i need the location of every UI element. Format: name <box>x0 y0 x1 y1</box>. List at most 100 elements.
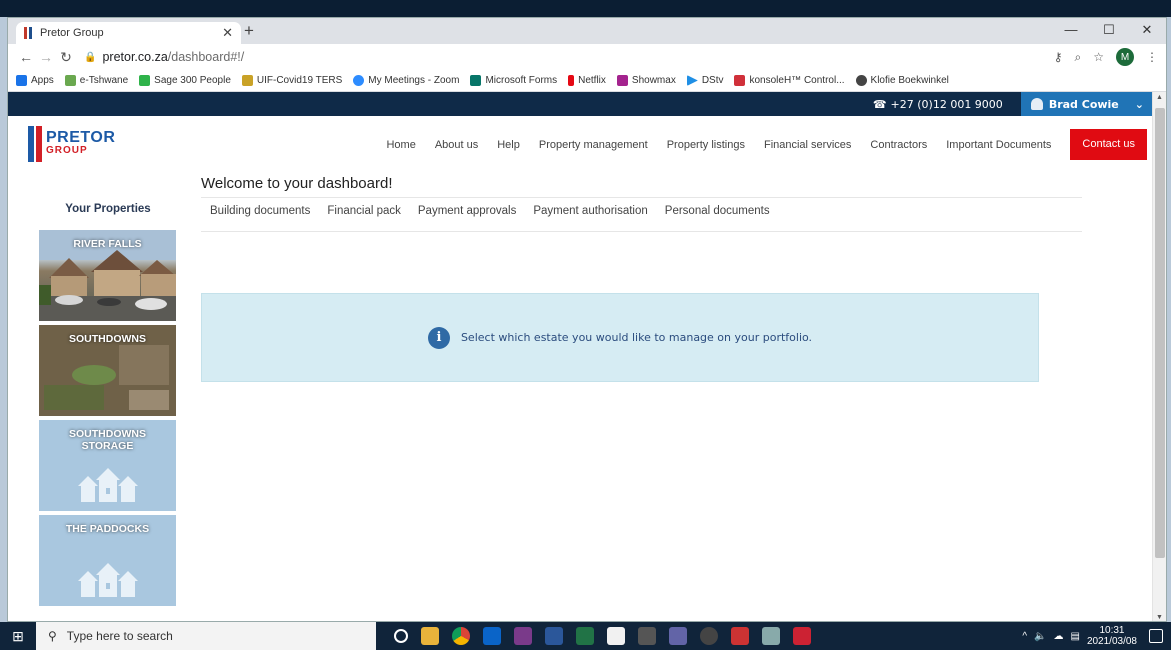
nav-about-us[interactable]: About us <box>435 139 478 151</box>
windows-start-icon[interactable]: ⊞ <box>0 622 36 650</box>
main-nav: Home About us Help Property management P… <box>386 129 1147 160</box>
nav-property-management[interactable]: Property management <box>539 139 648 151</box>
tab-title: Pretor Group <box>40 27 104 39</box>
property-label: THE PADDOCKS <box>65 523 150 535</box>
bookmark-netflix[interactable]: Netflix <box>568 75 606 86</box>
nav-help[interactable]: Help <box>497 139 520 151</box>
zoom-camera-icon <box>353 75 365 86</box>
showmax-icon <box>616 75 628 86</box>
new-tab-icon[interactable]: + <box>244 22 254 40</box>
tab-financial-pack[interactable]: Financial pack <box>327 205 401 217</box>
tab-personal-documents[interactable]: Personal documents <box>665 205 770 217</box>
bookmark-microsoft-forms[interactable]: Microsoft Forms <box>470 75 557 86</box>
nav-property-listings[interactable]: Property listings <box>667 139 745 151</box>
bookmark-uif[interactable]: UIF-Covid19 TERS <box>241 75 342 86</box>
app-icon[interactable] <box>793 627 811 645</box>
url-path: /dashboard#!/ <box>167 50 245 64</box>
nav-financial-services[interactable]: Financial services <box>764 139 851 151</box>
dstv-play-icon <box>686 75 698 86</box>
nav-contractors[interactable]: Contractors <box>870 139 927 151</box>
zoom-icon[interactable]: ⌕ <box>1075 50 1082 65</box>
file-explorer-icon[interactable] <box>421 627 439 645</box>
back-icon[interactable]: ← <box>16 49 36 65</box>
bookmark-dstv[interactable]: DStv <box>686 75 723 86</box>
bookmark-zoom[interactable]: My Meetings - Zoom <box>353 75 459 86</box>
reload-icon[interactable]: ↻ <box>56 49 76 66</box>
desktop-top-strip <box>0 0 1171 17</box>
close-tab-icon[interactable]: ✕ <box>222 25 233 41</box>
outlook-icon[interactable] <box>483 627 501 645</box>
tab-bar: Pretor Group ✕ + — ☐ ✕ <box>8 18 1166 44</box>
clock-date: 2021/03/08 <box>1086 636 1137 647</box>
bookmark-showmax[interactable]: Showmax <box>616 75 676 86</box>
e-tshwane-icon <box>64 75 76 86</box>
chrome-icon[interactable] <box>452 627 470 645</box>
property-card-river-falls[interactable]: RIVER FALLS <box>39 230 176 321</box>
houses-placeholder-icon <box>78 468 138 502</box>
globe-icon <box>855 75 867 86</box>
volume-icon[interactable]: 🔈 <box>1034 631 1046 642</box>
pretor-favicon-icon <box>24 27 32 39</box>
scroll-down-icon[interactable]: ▼ <box>1156 614 1163 621</box>
excel-icon[interactable] <box>576 627 594 645</box>
onedrive-cloud-icon[interactable]: ☁ <box>1053 631 1063 642</box>
site-header: PRETOR GROUP Home About us Help Property… <box>8 116 1154 166</box>
tab-payment-authorisation[interactable]: Payment authorisation <box>533 205 647 217</box>
snipping-tool-icon[interactable] <box>731 627 749 645</box>
minimize-icon[interactable]: — <box>1052 18 1090 44</box>
browser-window: Pretor Group ✕ + — ☐ ✕ ← → ↻ 🔒 pretor.co… <box>7 17 1167 622</box>
url-host: pretor.co.za <box>102 50 168 64</box>
page-scrollbar[interactable]: ▲ ▼ <box>1152 92 1166 621</box>
phone-number[interactable]: ☎ +27 (0)12 001 9000 <box>873 98 1003 111</box>
pretor-logo[interactable]: PRETOR GROUP <box>28 126 115 162</box>
bookmark-klofie[interactable]: Klofie Boekwinkel <box>855 75 949 86</box>
scroll-up-icon[interactable]: ▲ <box>1156 94 1163 101</box>
info-icon: i <box>427 326 450 349</box>
store-icon[interactable] <box>607 627 625 645</box>
forward-icon[interactable]: → <box>36 49 56 65</box>
scroll-thumb[interactable] <box>1155 108 1165 558</box>
property-card-southdowns-storage[interactable]: SOUTHDOWNS STORAGE <box>39 420 176 511</box>
property-label: SOUTHDOWNS STORAGE <box>69 428 146 452</box>
key-icon[interactable]: ⚷ <box>1054 50 1063 64</box>
winrar-icon[interactable] <box>514 627 532 645</box>
bookmark-konsoleh[interactable]: konsoleH™ Control... <box>734 75 845 86</box>
notification-center-icon[interactable] <box>1149 629 1163 643</box>
nav-important-documents[interactable]: Important Documents <box>946 139 1051 151</box>
nav-home[interactable]: Home <box>386 139 415 151</box>
user-menu[interactable]: Brad Cowie ⌄ <box>1020 92 1154 116</box>
tab-payment-approvals[interactable]: Payment approvals <box>418 205 516 217</box>
property-card-southdowns[interactable]: SOUTHDOWNS <box>39 325 176 416</box>
taskbar-search-input[interactable]: ⚲ Type here to search <box>36 622 376 650</box>
contact-us-button[interactable]: Contact us <box>1070 129 1147 160</box>
top-strip: ☎ +27 (0)12 001 9000 Brad Cowie ⌄ <box>8 92 1154 116</box>
word-icon[interactable] <box>545 627 563 645</box>
bookmark-e-tshwane[interactable]: e-Tshwane <box>64 75 128 86</box>
tab-building-documents[interactable]: Building documents <box>210 205 310 217</box>
profile-avatar[interactable]: M <box>1116 48 1134 66</box>
wordpress-icon[interactable] <box>700 627 718 645</box>
browser-tab[interactable]: Pretor Group ✕ <box>16 22 241 44</box>
menu-kebab-icon[interactable]: ⋮ <box>1146 50 1158 64</box>
logo-bars-icon <box>28 126 42 162</box>
clock-time: 10:31 <box>1099 625 1125 636</box>
desktop-right-edge <box>1167 17 1171 622</box>
maximize-icon[interactable]: ☐ <box>1090 18 1128 44</box>
teams-icon[interactable] <box>669 627 687 645</box>
property-card-the-paddocks[interactable]: THE PADDOCKS <box>39 515 176 606</box>
network-icon[interactable]: ▤ <box>1070 631 1079 642</box>
bookmark-apps[interactable]: Apps <box>16 75 54 86</box>
forms-icon <box>470 75 482 86</box>
cortana-icon[interactable] <box>394 629 408 643</box>
user-name: Brad Cowie <box>1048 97 1119 111</box>
windows-taskbar: ⊞ ⚲ Type here to search ^ 🔈 ☁ ▤ 10:31 20… <box>0 622 1171 650</box>
url-input[interactable]: 🔒 pretor.co.za/dashboard#!/ <box>84 46 1054 68</box>
chevron-up-icon[interactable]: ^ <box>1022 631 1027 642</box>
bookmark-sage[interactable]: Sage 300 People <box>139 75 231 86</box>
close-window-icon[interactable]: ✕ <box>1128 18 1166 44</box>
star-icon[interactable]: ☆ <box>1093 50 1104 64</box>
web-page: ☎ +27 (0)12 001 9000 Brad Cowie ⌄ PRETOR … <box>8 92 1154 621</box>
calculator-icon[interactable] <box>638 627 656 645</box>
app-icon[interactable] <box>762 627 780 645</box>
taskbar-clock[interactable]: 10:31 2021/03/08 <box>1087 625 1137 647</box>
